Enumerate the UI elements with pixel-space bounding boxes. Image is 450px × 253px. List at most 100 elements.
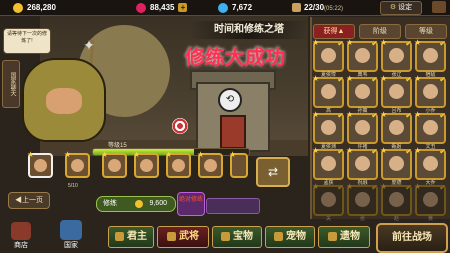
train-cost: 9,600 [149,200,167,207]
general-portrait [423,120,438,135]
settings-label: 设定 [398,4,413,11]
check-icon: ✔ [337,75,344,84]
general-card[interactable]: ★ ✔ 吕布 [380,74,412,114]
hero-face [46,88,82,114]
train-button[interactable]: 修练 9,600 [96,196,176,212]
nav-treasure[interactable]: 宝物 [212,226,262,248]
star-icon: ★ [312,146,320,155]
general-portrait [355,156,370,171]
coin-value: 268,280 [27,3,56,12]
check-icon: ✔ [439,111,446,120]
star-icon: ★ [346,74,354,83]
team-slot-4[interactable]: ★ [133,150,159,178]
team-slot-2[interactable]: ★ [64,150,90,178]
target-icon [172,118,188,134]
shop-icon [11,222,31,240]
general-portrait [389,48,404,63]
train-label: 修练 [103,200,117,207]
general-portrait [321,192,336,207]
purple-resource-bar [206,198,260,214]
general-card[interactable]: ★ ✔ 典韦 [346,38,378,78]
general-name: 黄 [427,216,433,222]
orb-value: 7,672 [232,3,253,12]
tab-level[interactable]: 等级 [405,24,447,39]
general-card[interactable]: ★ ✔ 许褚 [346,110,378,150]
general-card[interactable]: ★ ✔ 夏侯渊 [312,110,344,150]
general-card[interactable]: ★ ✔ 孙策 [346,74,378,114]
team-slot-3[interactable]: ★ [101,150,127,178]
country-icon [60,220,82,240]
star-icon: ★ [346,110,354,119]
gear-icon: ⚙ [389,4,397,11]
shop-button[interactable]: 商店 [2,222,40,252]
team-slot-5[interactable]: ★ [165,150,191,178]
general-portrait [321,84,336,99]
general-portrait [355,84,370,99]
team-portraits: ★ ★ ★ ★ ★ ★ ★ [27,150,248,189]
check-icon: ✔ [337,111,344,120]
team-slot-1[interactable]: ★ [27,150,53,178]
menu-icon[interactable] [432,1,446,13]
general-card[interactable]: ★ ✔ 黄 [414,182,446,222]
star-icon: ★ [312,182,320,191]
nav-lord[interactable]: 君主 [108,226,154,248]
general-card[interactable]: ★ ✔ 张 [346,182,378,222]
stamina-icon [292,3,301,13]
general-card[interactable]: ★ ✔ 张辽 [380,38,412,78]
stamina-value: 22/30 [304,3,325,12]
check-icon: ✔ [405,75,412,84]
swap-team-button[interactable]: ⇄ [256,157,290,187]
nav-generals[interactable]: 武将 [157,226,209,248]
training-success-text: 修练大成功 [185,47,285,69]
general-card[interactable]: ★ ✔ 孟获 [312,146,344,186]
coin-counter: 268,280 [13,1,83,14]
nav-pets[interactable]: 宠物 [265,226,315,248]
general-card[interactable]: ★ ✔ 高 [312,74,344,114]
tab-rank[interactable]: 阶级 [359,24,401,39]
general-card[interactable]: ★ ✔ 甄姬 [380,110,412,150]
general-card[interactable]: ★ ✔ 关 [312,182,344,222]
star-icon: ★ [312,38,320,47]
country-chat-tab[interactable]: 国家聊天 [2,60,20,108]
check-icon: ✔ [405,183,412,192]
coin-icon [135,200,143,208]
add-gems-button[interactable]: + [178,3,188,13]
check-icon: ✔ [405,147,412,156]
check-icon: ✔ [439,39,446,48]
general-portrait [355,192,370,207]
country-button[interactable]: 国家 [52,220,90,252]
star-icon: ★ [346,38,354,47]
settings-button[interactable]: ⚙ 设定 [380,1,422,15]
general-card[interactable]: ★ ✔ 夏侯惇 [312,38,344,78]
absolute-train-button[interactable]: 绝对修练 [177,192,205,216]
gem-value: 88,435 [150,3,175,12]
clock-icon: ⟲ [218,88,242,112]
previous-page-button[interactable]: ◀上一页 [8,192,50,209]
tab-obtained[interactable]: 获得▲ [313,24,355,39]
general-card[interactable]: ★ ✔ 祝融 [346,146,378,186]
general-card[interactable]: ★ ✔ 大乔 [414,146,446,186]
general-card[interactable]: ★ ✔ 宿敌 [414,38,446,78]
general-card[interactable]: ★ ✔ 小乔 [414,74,446,114]
team-slot-7[interactable]: ★ [229,150,248,178]
nav-icon [328,231,337,241]
nav-relics[interactable]: 遗物 [318,226,370,248]
team-level-small: 5/10 [68,183,78,189]
check-icon: ✔ [371,39,378,48]
general-portrait [423,156,438,171]
go-to-battlefield-button[interactable]: 前往战场 [376,223,448,253]
check-icon: ✔ [337,39,344,48]
orb-icon [218,2,228,13]
general-portrait [355,48,370,63]
sort-tabs: 获得▲ 阶级 等级 [310,24,448,39]
stage-title: 时间和修练之塔 [190,21,308,39]
team-slot-6[interactable]: ★ [197,150,223,178]
generals-grid: ★ ✔ 夏侯惇 ★ ✔ 典韦 ★ ✔ 张辽 ★ ✔ 宿敌 ★ ✔ 高 ★ ✔ 孙策 ★ ✔ 吕布 ★ ✔ 小乔 ★ ✔ 夏侯渊 ★ ✔ 许… [311,38,447,222]
general-card[interactable]: ★ ✔ 庞德 [380,146,412,186]
check-icon: ✔ [439,75,446,84]
general-card[interactable]: ★ ✔ 赵 [380,182,412,222]
general-card[interactable]: ★ ✔ 文丑 [414,110,446,150]
star-icon: ★ [380,146,388,155]
star-icon: ★ [414,110,422,119]
tower-door [220,115,246,149]
